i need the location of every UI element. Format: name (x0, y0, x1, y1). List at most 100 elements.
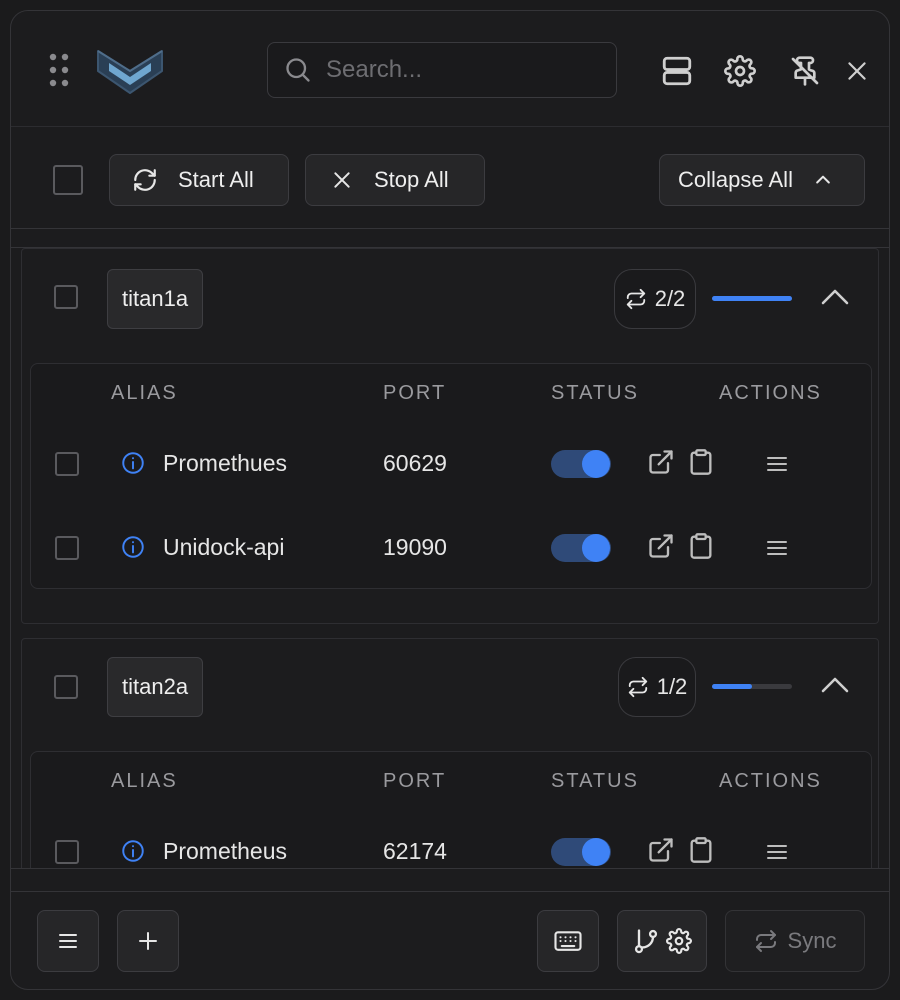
row-alias: Unidock-api (163, 534, 285, 560)
close-button[interactable] (837, 51, 877, 91)
drag-grip-icon[interactable] (49, 53, 69, 87)
plus-icon (136, 929, 160, 953)
toolbar-divider (11, 228, 889, 229)
unpin-icon (789, 55, 821, 87)
group-count-text: 2/2 (654, 286, 686, 311)
services-table: ALIAS PORT STATUS ACTIONS Prometheus 621… (30, 751, 872, 868)
group-running-count[interactable]: 2/2 (614, 269, 696, 329)
group-collapse-toggle[interactable] (820, 285, 850, 309)
group-count-text: 1/2 (656, 674, 688, 699)
app-window: Start All Stop All Collapse All titan1a (10, 10, 890, 990)
row-port: 62174 (383, 838, 447, 864)
column-header-alias: ALIAS (111, 382, 178, 404)
info-icon[interactable] (120, 450, 146, 476)
gear-icon (724, 55, 756, 87)
group-progress-bar (712, 296, 792, 301)
status-toggle[interactable] (551, 534, 611, 562)
toggle-knob (582, 838, 610, 866)
column-header-port: PORT (383, 382, 447, 404)
group-name: titan2a (122, 674, 189, 699)
group-progress-bar (712, 684, 792, 689)
column-header-actions: ACTIONS (719, 382, 822, 404)
sync-icon (754, 929, 778, 953)
column-header-alias: ALIAS (111, 770, 178, 792)
collapse-all-label: Collapse All (678, 167, 793, 192)
search-box[interactable] (267, 42, 617, 98)
group-list[interactable]: titan1a 2/2 ALIAS PORT STATUS ACTIONS Pr… (11, 247, 889, 869)
group-collapse-toggle[interactable] (820, 673, 850, 697)
group-name: titan1a (122, 286, 189, 311)
row-alias: Promethues (163, 450, 288, 476)
collapse-all-button[interactable]: Collapse All (659, 154, 865, 206)
column-header-status: STATUS (551, 770, 639, 792)
row-checkbox[interactable] (55, 840, 79, 864)
keyboard-icon (553, 926, 583, 956)
server-icon (660, 54, 694, 88)
info-icon[interactable] (120, 534, 146, 560)
server-button[interactable] (657, 51, 697, 91)
menu-icon[interactable] (765, 452, 789, 476)
external-link-icon[interactable] (647, 532, 675, 560)
group-running-count[interactable]: 1/2 (618, 657, 696, 717)
status-toggle[interactable] (551, 450, 611, 478)
column-header-port: PORT (383, 770, 447, 792)
search-input[interactable] (326, 56, 586, 84)
row-port: 60629 (383, 450, 447, 476)
gear-icon (666, 928, 692, 954)
menu-icon[interactable] (765, 840, 789, 864)
group-card: titan2a 1/2 ALIAS PORT STATUS ACTIONS Pr… (21, 638, 879, 868)
app-logo-icon (95, 43, 165, 99)
git-branch-icon (632, 927, 660, 955)
group-progress-fill (712, 684, 752, 689)
chevron-up-icon (813, 170, 833, 190)
sync-button[interactable]: Sync (725, 910, 865, 972)
chevron-up-icon (820, 285, 850, 309)
toggle-knob (582, 450, 610, 478)
sync-label: Sync (787, 928, 837, 953)
row-port: 19090 (383, 534, 447, 560)
status-toggle[interactable] (551, 838, 611, 866)
column-header-actions: ACTIONS (719, 770, 822, 792)
x-icon (332, 170, 352, 190)
external-link-icon[interactable] (647, 836, 675, 864)
toggle-knob (582, 534, 610, 562)
group-checkbox[interactable] (54, 285, 78, 309)
clipboard-icon[interactable] (687, 836, 715, 864)
clipboard-icon[interactable] (687, 532, 715, 560)
group-name-tag[interactable]: titan1a (107, 269, 204, 329)
close-icon (844, 58, 870, 84)
group-progress-fill (712, 296, 792, 301)
toolbar: Start All Stop All Collapse All (11, 128, 889, 228)
git-settings-button[interactable] (617, 910, 707, 972)
row-checkbox[interactable] (55, 536, 79, 560)
row-checkbox[interactable] (55, 452, 79, 476)
services-table: ALIAS PORT STATUS ACTIONS Promethues 606… (30, 363, 872, 589)
row-alias: Prometheus (163, 838, 288, 864)
keyboard-shortcuts-button[interactable] (537, 910, 599, 972)
info-icon[interactable] (120, 838, 146, 864)
repeat-icon (625, 288, 647, 310)
repeat-icon (627, 676, 649, 698)
group-checkbox[interactable] (54, 675, 78, 699)
start-all-label: Start All (178, 167, 254, 192)
menu-icon (56, 929, 80, 953)
stop-all-label: Stop All (374, 167, 449, 192)
footer: Sync (11, 891, 889, 989)
group-card: titan1a 2/2 ALIAS PORT STATUS ACTIONS Pr… (21, 248, 879, 624)
group-name-tag[interactable]: titan2a (107, 657, 204, 717)
menu-icon[interactable] (765, 536, 789, 560)
unpin-button[interactable] (785, 51, 825, 91)
menu-button[interactable] (37, 910, 99, 972)
stop-all-button[interactable]: Stop All (305, 154, 485, 206)
search-icon (284, 56, 312, 84)
select-all-checkbox[interactable] (53, 165, 83, 195)
header (11, 11, 889, 127)
start-all-button[interactable]: Start All (109, 154, 289, 206)
refresh-icon (132, 167, 158, 193)
external-link-icon[interactable] (647, 448, 675, 476)
settings-button[interactable] (720, 51, 760, 91)
clipboard-icon[interactable] (687, 448, 715, 476)
chevron-up-icon (820, 673, 850, 697)
add-button[interactable] (117, 910, 179, 972)
column-header-status: STATUS (551, 382, 639, 404)
